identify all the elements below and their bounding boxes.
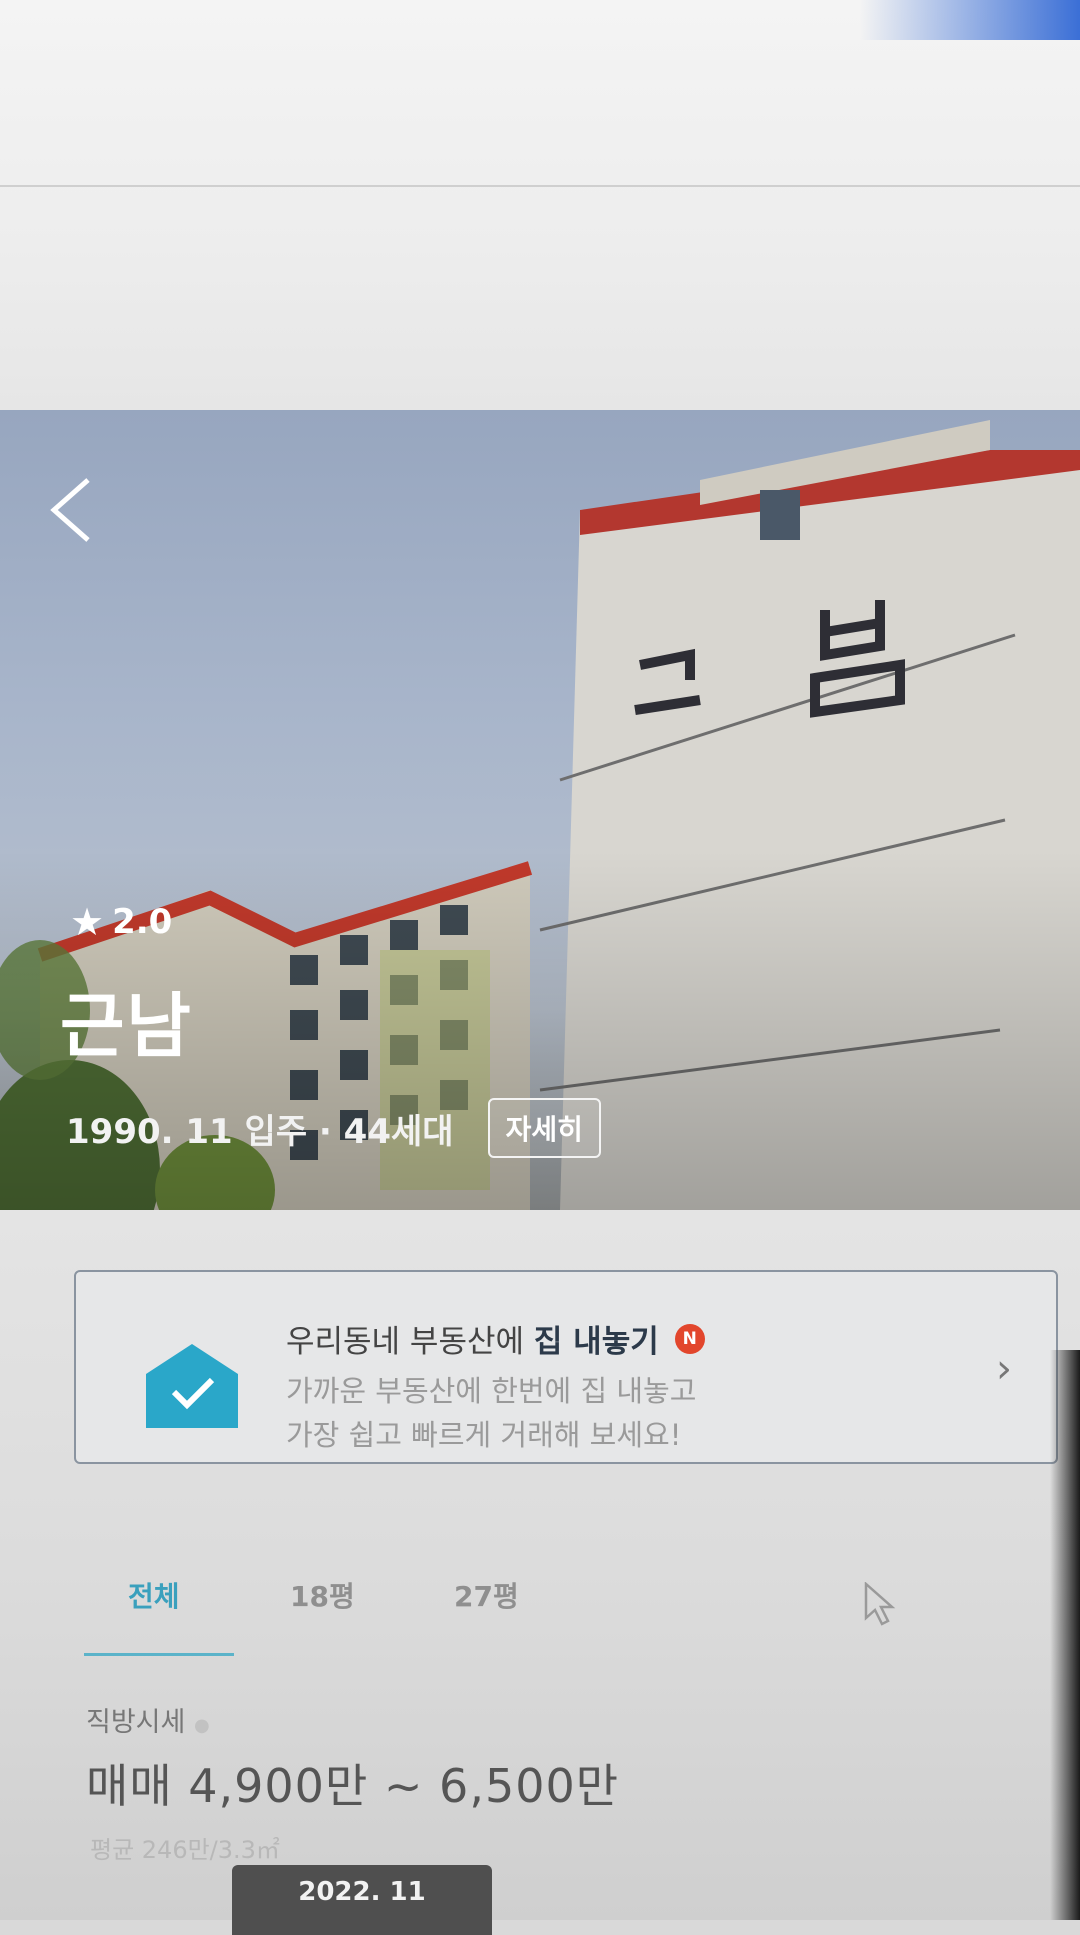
divider [0,185,1080,187]
size-tabs: 전체 18평 27평 [74,1575,974,1656]
rating-value: 2.0 [112,902,173,942]
tab-all[interactable]: 전체 [128,1575,180,1615]
content-area: 우리동네 부동산에 집 내놓기 N 가까운 부동산에 한번에 집 내놓고 가장 … [0,1210,1080,1935]
chevron-left-icon [50,478,90,542]
tab-18[interactable]: 18평 [290,1575,355,1615]
screen-edge [860,0,1080,40]
price-average: 평균 246만/3.3㎡ [90,1836,280,1864]
hero-photo: ★ 2.0 근남 1990. 11 입주 · 44세대 자세히 [0,410,1080,1210]
new-badge: N [674,1323,705,1354]
banner-line-1: 가까운 부동산에 한번에 집 내놓고 [286,1374,697,1408]
blank-header-area [0,0,1080,410]
back-button[interactable] [40,470,110,550]
apartment-info: 1990. 11 입주 · 44세대 자세히 [66,1098,601,1158]
house-check-icon [146,1344,238,1428]
mouse-cursor-icon [864,1582,896,1626]
price-label-text: 직방시세 [86,1707,186,1738]
move-in-households: 1990. 11 입주 · 44세대 [66,1111,454,1152]
tab-27[interactable]: 27평 [454,1575,519,1615]
rating: ★ 2.0 [70,900,172,944]
detail-button[interactable]: 자세히 [487,1098,601,1158]
monitor-bezel [1050,1350,1080,1920]
star-icon: ★ [70,900,105,944]
apartment-name: 근남 [60,985,193,1067]
price-range: 매매 4,900만 ~ 6,500만 [86,1759,620,1813]
active-tab-indicator [84,1653,234,1656]
list-property-banner[interactable]: 우리동네 부동산에 집 내놓기 N 가까운 부동산에 한번에 집 내놓고 가장 … [74,1270,1058,1464]
banner-title-bold: 집 내놓기 [533,1324,659,1360]
date-tooltip: 2022. 11 [232,1865,492,1935]
info-icon[interactable]: ● [194,1715,210,1736]
banner-title-prefix: 우리동네 부동산에 [286,1324,525,1360]
price-label: 직방시세 ● [86,1700,210,1739]
banner-line-2: 가장 쉽고 빠르게 거래해 보세요! [286,1418,682,1452]
banner-title: 우리동네 부동산에 집 내놓기 N [286,1316,705,1361]
chevron-right-icon: › [996,1346,1012,1392]
